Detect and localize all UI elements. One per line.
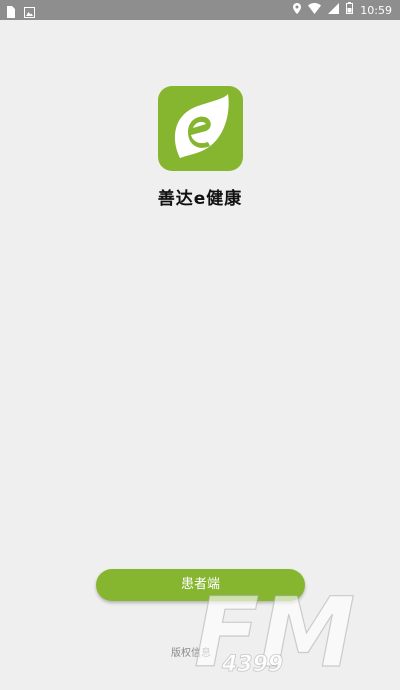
fm4399-watermark: FM 4399 <box>193 578 355 678</box>
app-logo <box>158 86 243 171</box>
battery-icon <box>346 2 354 19</box>
location-icon <box>293 2 302 19</box>
status-bar-left <box>6 3 35 22</box>
app-name: 善达e健康 <box>157 189 243 209</box>
status-time: 10:59 <box>360 3 392 17</box>
status-bar-right: 10:59 <box>293 2 392 19</box>
status-bar: 10:59 <box>0 0 400 20</box>
watermark-sub-text: 4399 <box>221 652 283 677</box>
image-notification-icon <box>24 3 35 22</box>
file-icon <box>6 3 16 22</box>
wifi-icon <box>308 2 322 19</box>
leaf-e-logo-icon <box>174 94 229 158</box>
signal-icon <box>328 2 340 19</box>
